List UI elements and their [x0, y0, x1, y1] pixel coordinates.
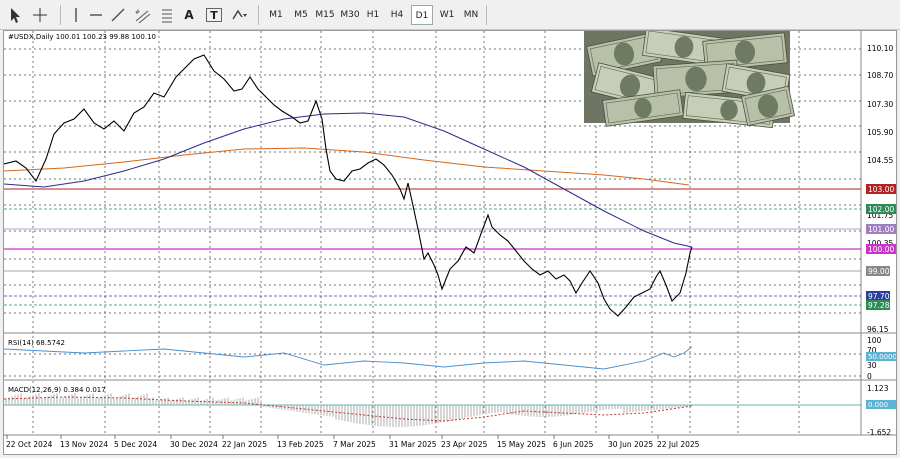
fast-moving-average-line — [4, 112, 693, 248]
timeframe-mn-button[interactable]: MN — [460, 5, 482, 25]
price-axis-label: 107.30 — [867, 100, 893, 109]
time-axis-label: 6 Jun 2025 — [553, 440, 594, 449]
price-axis-label: 108.70 — [867, 71, 893, 80]
dollar-bills-image — [584, 31, 796, 129]
cursor-icon[interactable] — [6, 5, 22, 25]
price-axis-label: 96.15 — [867, 325, 889, 334]
text-icon[interactable]: A — [182, 5, 196, 25]
timeframe-h4-button[interactable]: H4 — [386, 5, 408, 25]
shapes-icon[interactable] — [230, 5, 250, 25]
time-axis-label: 31 Mar 2025 — [389, 440, 437, 449]
rsi-50-tag-text: 50.0000 — [868, 353, 897, 361]
fib-icon[interactable] — [160, 5, 174, 25]
price-axis-label: 110.10 — [867, 44, 893, 53]
trendline-icon[interactable] — [110, 5, 126, 25]
crosshair-icon[interactable] — [32, 5, 48, 25]
price-axis-label: 104.55 — [867, 156, 893, 165]
toolbar-separator — [258, 5, 259, 25]
timeframe-w1-button[interactable]: W1 — [436, 5, 458, 25]
rsi-axis-label: 30 — [867, 361, 877, 370]
svg-text:#: # — [135, 9, 140, 16]
vline-icon[interactable] — [68, 5, 84, 25]
time-axis-label: 22 Jul 2025 — [657, 440, 700, 449]
macd-axis-label: 1.123 — [867, 384, 889, 393]
level-tag-text: 101.00 — [868, 225, 894, 234]
time-axis-label: 22 Jan 2025 — [222, 440, 267, 449]
toolbar: # A T M1 M5 M15 M30 H1 H4 D1 W1 MN — [0, 0, 900, 30]
time-axis-label: 23 Apr 2025 — [441, 440, 488, 449]
macd-zero-tag-text: 0.000 — [868, 401, 888, 409]
hline-icon[interactable] — [88, 5, 104, 25]
toolbar-separator — [60, 5, 61, 25]
time-axis-label: 13 Nov 2024 — [60, 440, 108, 449]
timeframe-h1-button[interactable]: H1 — [362, 5, 384, 25]
chart-canvas[interactable]: 110.10108.70107.30105.90104.55103.15101.… — [4, 31, 897, 455]
rsi-axis-label: 0 — [867, 372, 872, 381]
time-axis-label: 7 Mar 2025 — [333, 440, 376, 449]
macd-label: MACD(12,26,9) 0.384 0.017 — [8, 386, 106, 394]
symbol-info: #USDX,Daily 100.01 100.23 99.88 100.10 — [8, 33, 156, 41]
time-axis-label: 30 Jun 2025 — [608, 440, 653, 449]
slow-moving-average-line — [4, 147, 690, 186]
level-tag-text: 103.00 — [868, 185, 894, 194]
timeframe-m30-button[interactable]: M30 — [338, 5, 362, 25]
level-tag-text: 99.00 — [868, 267, 890, 276]
timeframe-d1-button[interactable]: D1 — [411, 5, 433, 25]
rsi-axis-label: 100 — [867, 336, 882, 345]
price-axis: 110.10108.70107.30105.90104.55103.15101.… — [867, 44, 896, 437]
level-tag-text: 102.00 — [868, 205, 894, 214]
price-axis-label: 105.90 — [867, 128, 893, 137]
time-axis: 22 Oct 2024 13 Nov 2024 5 Dec 2024 30 Dec 2… — [6, 435, 700, 449]
time-axis-label: 22 Oct 2024 — [6, 440, 53, 449]
time-axis-label: 5 Dec 2024 — [114, 440, 157, 449]
time-axis-label: 13 Feb 2025 — [277, 440, 324, 449]
timeframe-m15-button[interactable]: M15 — [313, 5, 337, 25]
rsi-line — [4, 346, 693, 370]
label-icon[interactable]: T — [206, 8, 222, 22]
toolbar-separator — [486, 5, 487, 25]
timeframe-m1-button[interactable]: M1 — [265, 5, 287, 25]
timeframe-m5-button[interactable]: M5 — [290, 5, 312, 25]
level-tag-text: 97.70 — [868, 292, 890, 301]
time-axis-label: 30 Dec 2024 — [170, 440, 218, 449]
macd-axis-label: -1.652 — [867, 428, 891, 437]
channel-icon[interactable]: # — [134, 5, 152, 25]
level-tag-text: 100.00 — [868, 245, 894, 254]
time-axis-label: 15 May 2025 — [497, 440, 546, 449]
rsi-label: RSI(14) 68.5742 — [8, 339, 65, 347]
level-tag-text: 97.28 — [868, 301, 890, 310]
chart-window[interactable]: 110.10108.70107.30105.90104.55103.15101.… — [3, 30, 897, 455]
